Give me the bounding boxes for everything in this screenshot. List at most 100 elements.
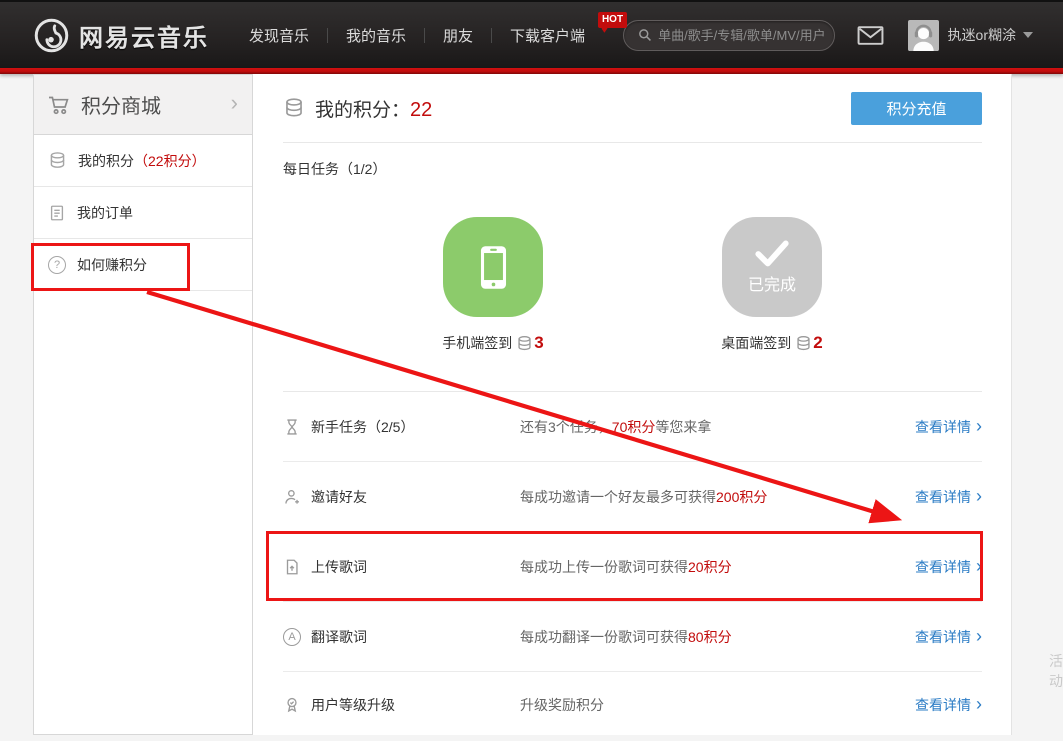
desc-text: 每成功邀请一个好友最多可获得	[520, 489, 716, 505]
search-icon	[638, 28, 652, 42]
cart-icon	[48, 95, 70, 115]
view-details-link[interactable]: 查看详情 ›	[915, 695, 982, 715]
points-value: 22	[410, 99, 432, 121]
sidebar-item-label: 如何赚积分	[77, 255, 147, 275]
task-row-newbie: 新手任务（2/5） 还有3个任务，70积分等您来拿 查看详情›	[283, 392, 982, 462]
search-box[interactable]	[623, 20, 835, 51]
nav-friends[interactable]: 朋友	[425, 25, 491, 46]
nav-download-client[interactable]: 下载客户端 HOT	[492, 25, 603, 46]
sidebar-my-points-text: 我的积分	[78, 153, 134, 169]
sidebar-item-my-points[interactable]: 我的积分（22积分）	[34, 135, 252, 187]
desc-points: 80积分	[688, 629, 732, 645]
daily-tasks: 手机端签到 3	[443, 217, 982, 353]
sidebar-points-mall-header[interactable]: 积分商城 ›	[34, 75, 252, 135]
sidebar-item-my-orders[interactable]: 我的订单	[34, 187, 252, 239]
medal-icon	[283, 696, 301, 714]
phone-icon	[480, 245, 507, 290]
coins-icon	[516, 335, 533, 352]
view-details-link[interactable]: 查看详情›	[915, 417, 982, 437]
desc-text: 等您来拿	[655, 419, 711, 435]
task-row-left: 新手任务（2/5）	[283, 417, 520, 437]
task-row-left: 邀请好友	[283, 487, 520, 507]
chevron-right-icon: ›	[976, 627, 982, 645]
view-details-text: 查看详情	[915, 695, 971, 715]
main-nav: 发现音乐 我的音乐 朋友 下载客户端 HOT	[231, 25, 603, 46]
netease-note-icon	[33, 17, 70, 54]
letter-a-glyph: A	[288, 631, 295, 643]
task-desc: 每成功翻译一份歌词可获得80积分	[520, 627, 915, 647]
coins-icon	[795, 335, 812, 352]
mobile-signin-text: 手机端签到	[442, 333, 512, 353]
navbar-right: 执迷or糊涂	[857, 20, 1033, 51]
sidebar-title: 积分商城	[81, 90, 231, 119]
daily-task-desktop-signin: 已完成 桌面端签到 2	[722, 217, 822, 353]
username[interactable]: 执迷or糊涂	[948, 25, 1016, 45]
chevron-right-icon: ›	[231, 92, 238, 114]
view-details-text: 查看详情	[915, 487, 971, 507]
task-desc: 升级奖励积分	[520, 695, 915, 715]
mobile-signin-points: 3	[534, 333, 543, 353]
desc-text: 每成功上传一份歌词可获得	[520, 559, 688, 575]
floating-widget-char: 动	[1049, 671, 1063, 691]
task-list: 新手任务（2/5） 还有3个任务，70积分等您来拿 查看详情› 邀请好友 每成功…	[283, 391, 982, 737]
netease-logo[interactable]: 网易云音乐	[33, 17, 209, 54]
desc-text: 升级奖励积分	[520, 697, 604, 713]
nav-download-label: 下载客户端	[510, 28, 585, 45]
done-status: 已完成	[748, 271, 796, 295]
logo-text: 网易云音乐	[79, 18, 209, 53]
sidebar-points-count: （22积分）	[134, 153, 206, 169]
task-label: 用户等级升级	[311, 695, 395, 715]
sidebar-item-how-to-earn[interactable]: ? 如何赚积分	[34, 239, 252, 291]
sidebar-item-label: 我的积分（22积分）	[78, 151, 206, 171]
points-header: 我的积分：22 积分充值	[283, 74, 982, 142]
floating-widget-char: 活	[1049, 651, 1063, 671]
question-icon: ?	[48, 256, 66, 274]
task-label: 上传歌词	[311, 557, 367, 577]
chevron-right-icon: ›	[976, 557, 982, 575]
recharge-button[interactable]: 积分充值	[851, 92, 982, 125]
task-desc: 每成功上传一份歌词可获得20积分	[520, 557, 915, 577]
task-row-upload-lyrics: 上传歌词 每成功上传一份歌词可获得20积分 查看详情 ›	[283, 532, 982, 602]
daily-tasks-title: 每日任务（1/2）	[283, 159, 982, 179]
upload-lyrics-icon	[283, 558, 301, 576]
my-points-text: 我的积分：	[315, 100, 410, 121]
view-details-link[interactable]: 查看详情 ›	[915, 627, 982, 647]
task-row-invite-friends: 邀请好友 每成功邀请一个好友最多可获得200积分 查看详情 ›	[283, 462, 982, 532]
main-panel: 我的积分：22 积分充值 每日任务（1/2）	[253, 74, 1012, 735]
chevron-right-icon: ›	[976, 695, 982, 713]
clipped-floating-widget[interactable]: 活 动	[1049, 651, 1063, 695]
divider	[283, 142, 982, 143]
task-row-left: 用户等级升级	[283, 695, 520, 715]
task-label: 翻译歌词	[311, 627, 367, 647]
mobile-signin-button[interactable]	[443, 217, 543, 317]
view-details-text: 查看详情	[915, 557, 971, 577]
desc-points: 200积分	[716, 489, 767, 505]
chevron-right-icon: ›	[976, 487, 982, 505]
mail-icon[interactable]	[857, 25, 884, 46]
search-input[interactable]	[658, 28, 834, 43]
daily-task-mobile-signin: 手机端签到 3	[443, 217, 543, 353]
desktop-signin-done[interactable]: 已完成	[722, 217, 822, 317]
task-row-translate-lyrics: A 翻译歌词 每成功翻译一份歌词可获得80积分 查看详情 ›	[283, 602, 982, 672]
desc-points: 20积分	[688, 559, 732, 575]
hot-badge: HOT	[598, 12, 627, 28]
view-details-link[interactable]: 查看详情 ›	[915, 557, 982, 577]
check-icon	[753, 239, 791, 269]
view-details-link[interactable]: 查看详情 ›	[915, 487, 982, 507]
task-row-left: A 翻译歌词	[283, 627, 520, 647]
view-details-text: 查看详情	[915, 627, 971, 647]
chevron-down-icon[interactable]	[1023, 32, 1033, 38]
nav-discover-music[interactable]: 发现音乐	[231, 25, 327, 46]
user-avatar[interactable]	[908, 20, 939, 51]
mobile-signin-label: 手机端签到 3	[443, 333, 543, 353]
task-label: 邀请好友	[311, 487, 367, 507]
desc-text: 还有3个任务，	[520, 419, 612, 435]
desktop-signin-text: 桌面端签到	[721, 333, 791, 353]
nav-my-music[interactable]: 我的音乐	[328, 25, 424, 46]
sidebar: 积分商城 › 我的积分（22积分） 我的订单 ? 如何赚积分	[33, 74, 253, 735]
task-row-left: 上传歌词	[283, 557, 520, 577]
coins-icon	[48, 151, 67, 170]
desktop-signin-label: 桌面端签到 2	[722, 333, 822, 353]
top-navbar: 网易云音乐 发现音乐 我的音乐 朋友 下载客户端 HOT	[0, 0, 1063, 68]
task-desc: 每成功邀请一个好友最多可获得200积分	[520, 487, 915, 507]
